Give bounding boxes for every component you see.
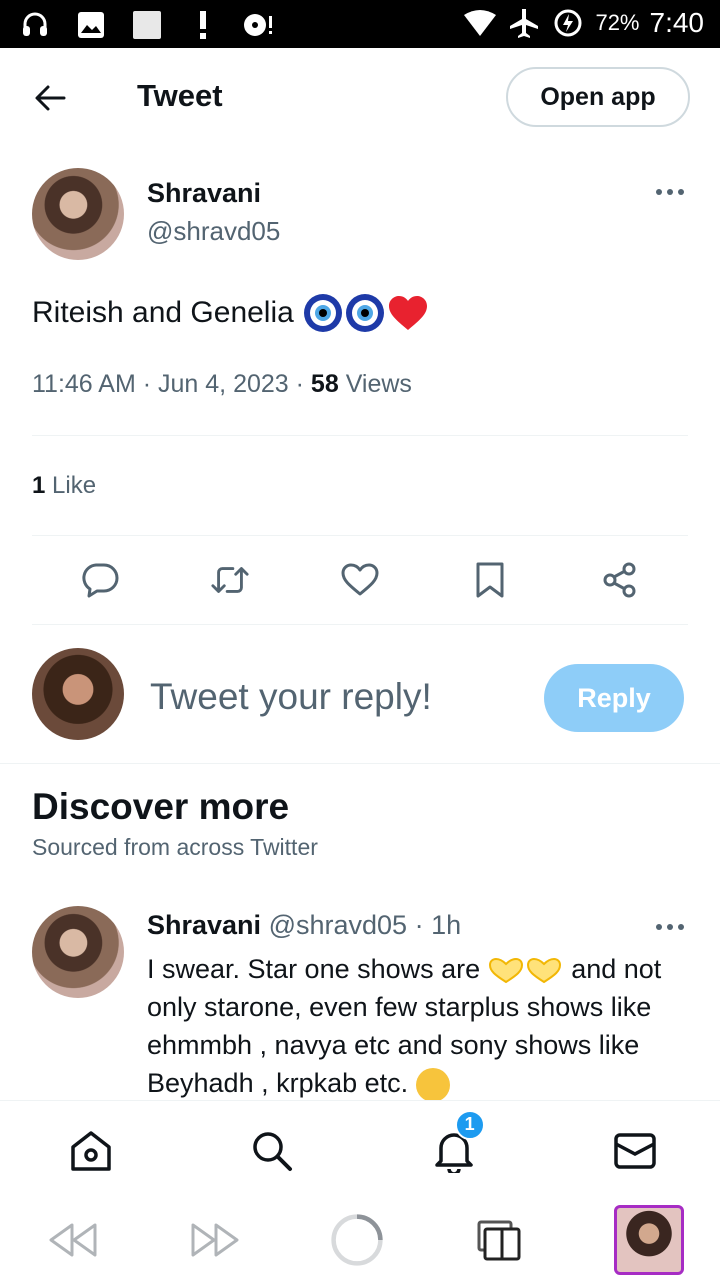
headset-icon xyxy=(18,8,52,42)
retweet-action-button[interactable] xyxy=(210,560,250,600)
nav-search[interactable] xyxy=(247,1126,297,1176)
share-icon xyxy=(603,562,636,598)
tweet-meta: 11:46 AM · Jun 4, 2023 · 58 Views xyxy=(32,370,412,399)
reply-action-button[interactable] xyxy=(80,560,120,600)
nav-notifications[interactable]: 1 xyxy=(429,1109,485,1176)
wifi-icon xyxy=(463,6,497,40)
comment-icon xyxy=(82,563,119,598)
post-header: Shravani @shravd05 · 1h xyxy=(147,910,461,941)
heart-hands-icon xyxy=(488,957,561,984)
open-app-button[interactable]: Open app xyxy=(506,67,690,127)
rolling-eyes-emoji-icon xyxy=(415,1067,450,1102)
browser-tabs-button[interactable] xyxy=(472,1213,526,1267)
views-label: Views xyxy=(345,370,412,398)
airplane-icon xyxy=(507,6,541,40)
divider xyxy=(32,535,688,536)
status-bar-notifications xyxy=(18,8,276,42)
bookmark-icon xyxy=(476,562,504,598)
post-author-avatar[interactable] xyxy=(32,906,124,998)
home-icon xyxy=(71,1130,111,1171)
bottom-navigation: 1 xyxy=(0,1100,720,1200)
post-more-button[interactable] xyxy=(654,915,686,939)
post-age[interactable]: 1h xyxy=(431,910,461,940)
divider xyxy=(32,624,688,625)
loading-spinner-icon xyxy=(331,1214,383,1266)
top-app-bar: Tweet Open app xyxy=(0,48,720,148)
share-action-button[interactable] xyxy=(600,560,640,600)
views-count: 58 xyxy=(310,370,339,398)
tweet-emojis xyxy=(303,294,428,332)
battery-charging-icon xyxy=(551,6,585,40)
author-handle[interactable]: @shravd05 xyxy=(147,216,280,247)
disc-alert-icon xyxy=(242,8,276,42)
tabs-icon xyxy=(477,1220,521,1261)
divider xyxy=(32,435,688,436)
reply-input[interactable]: Tweet your reply! xyxy=(150,676,432,718)
heart-outline-icon xyxy=(341,563,379,596)
discover-title: Discover more xyxy=(32,786,290,827)
page-title: Tweet xyxy=(137,78,223,113)
user-avatar[interactable] xyxy=(32,648,124,740)
more-options-button[interactable] xyxy=(654,180,686,204)
tweet-time[interactable]: 11:46 AM xyxy=(32,370,136,398)
browser-profile-avatar[interactable] xyxy=(614,1205,684,1275)
search-icon xyxy=(253,1131,293,1171)
back-button[interactable] xyxy=(30,78,70,118)
clock: 7:40 xyxy=(649,7,705,38)
post-separator: · xyxy=(414,910,424,940)
nazar-amulet-icon xyxy=(303,294,342,332)
post-author-handle[interactable]: @shravd05 xyxy=(269,910,407,940)
red-heart-icon xyxy=(388,296,427,330)
section-divider xyxy=(0,763,720,764)
meta-separator: · xyxy=(295,370,311,398)
author-name[interactable]: Shravani xyxy=(147,178,261,209)
browser-back-button[interactable] xyxy=(46,1213,100,1267)
retweet-icon xyxy=(211,567,249,593)
bookmark-action-button[interactable] xyxy=(470,560,510,600)
author-avatar[interactable] xyxy=(32,168,124,260)
likes-count: 1 xyxy=(32,472,46,499)
browser-reload-button[interactable] xyxy=(330,1213,384,1267)
nav-home[interactable] xyxy=(66,1126,116,1176)
battery-percent: 72% xyxy=(595,10,640,35)
tweet-text-content: Riteish and Genelia xyxy=(32,296,294,329)
notification-badge: 1 xyxy=(454,1109,485,1140)
discover-subtitle: Sourced from across Twitter xyxy=(32,834,318,860)
status-bar-system: 72% 7:40 xyxy=(463,6,704,40)
tweet-text: Riteish and Genelia xyxy=(32,294,428,332)
nav-messages[interactable] xyxy=(610,1126,660,1176)
tweet-date[interactable]: Jun 4, 2023 xyxy=(158,370,289,398)
fast-forward-icon xyxy=(191,1223,239,1257)
tweet-actions xyxy=(32,555,688,605)
meta-separator: · xyxy=(142,370,159,398)
post-text[interactable]: I swear. Star one shows are and not only… xyxy=(147,950,692,1102)
more-horizontal-icon xyxy=(656,924,684,930)
square-icon xyxy=(130,8,164,42)
post-author-name[interactable]: Shravani xyxy=(147,910,261,940)
mail-icon xyxy=(614,1132,656,1169)
like-action-button[interactable] xyxy=(340,560,380,600)
browser-toolbar xyxy=(0,1200,720,1280)
post-text-part-1: I swear. Star one shows are xyxy=(147,954,481,984)
rewind-icon xyxy=(49,1223,97,1257)
alert-icon xyxy=(186,8,220,42)
image-icon xyxy=(74,8,108,42)
more-horizontal-icon xyxy=(656,189,684,195)
status-bar: 72% 7:40 xyxy=(0,0,720,48)
reply-button[interactable]: Reply xyxy=(544,664,684,732)
likes-summary[interactable]: 1 Like xyxy=(32,472,96,500)
browser-forward-button[interactable] xyxy=(188,1213,242,1267)
arrow-left-icon xyxy=(35,85,66,111)
nazar-amulet-icon xyxy=(345,294,384,332)
likes-label: Like xyxy=(52,472,97,499)
